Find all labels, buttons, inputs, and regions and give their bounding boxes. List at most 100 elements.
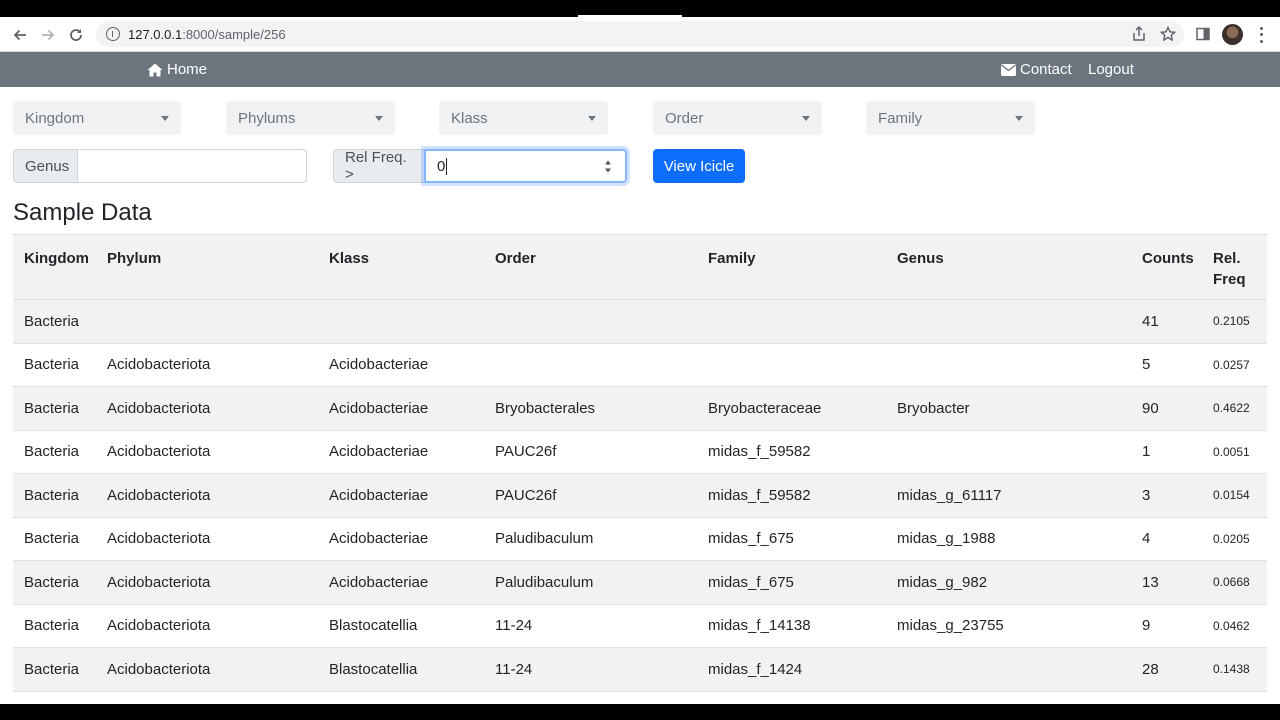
table-row: Bacteria Acidobacteriota Blastocatellia 11-… <box>13 648 1267 692</box>
cell-counts: 28 <box>1142 660 1159 678</box>
cell-klass: Acidobacteriae <box>329 356 429 374</box>
browser-menu-icon[interactable] <box>1254 25 1268 45</box>
cell-klass: Blastocatellia <box>329 660 418 678</box>
cell-counts: 41 <box>1142 312 1159 330</box>
contact-link[interactable]: Contact <box>1001 61 1072 78</box>
cell-family: midas_f_1424 <box>708 660 803 678</box>
envelope-icon <box>1001 63 1016 76</box>
site-navbar: Home Contact Logout <box>0 52 1280 87</box>
cell-counts: 90 <box>1142 399 1159 417</box>
cell-klass: Acidobacteriae <box>329 399 429 417</box>
table-body: Bacteria 41 0.2105 Bacteria Acidobacteriota A… <box>13 300 1267 692</box>
family-select-value: Family <box>878 109 923 127</box>
header-counts: Counts <box>1142 250 1194 267</box>
browser-toolbar: 127.0.0.1:8000/sample/256 <box>0 17 1280 52</box>
forward-icon[interactable] <box>38 25 58 45</box>
cell-phylum: Acidobacteriota <box>107 486 211 504</box>
cell-genus: midas_g_23755 <box>897 617 1004 635</box>
cell-rel-freq: 0.0257 <box>1213 357 1250 372</box>
cell-family: midas_f_59582 <box>708 486 811 504</box>
cell-rel-freq: 0.0462 <box>1213 618 1250 633</box>
cell-kingdom: Bacteria <box>24 486 80 504</box>
profile-avatar[interactable] <box>1222 24 1243 45</box>
home-label: Home <box>167 61 208 78</box>
cell-kingdom: Bacteria <box>24 312 80 330</box>
site-info-icon[interactable] <box>106 27 120 41</box>
back-icon[interactable] <box>10 25 30 45</box>
cell-phylum: Acidobacteriota <box>107 356 211 374</box>
header-kingdom: Kingdom <box>24 250 89 267</box>
cell-phylum: Acidobacteriota <box>107 617 211 635</box>
header-rel-freq-line2: Freq <box>1213 271 1246 288</box>
header-genus: Genus <box>897 250 944 267</box>
phylums-select-value: Phylums <box>238 109 296 127</box>
cell-kingdom: Bacteria <box>24 356 80 374</box>
cell-rel-freq: 0.4622 <box>1213 401 1250 416</box>
cell-kingdom: Bacteria <box>24 399 80 417</box>
cell-counts: 5 <box>1142 356 1151 374</box>
relfreq-value: 0 <box>437 157 446 175</box>
cell-order: Bryobacterales <box>495 399 596 417</box>
relfreq-input[interactable]: 0 <box>424 149 627 183</box>
text-cursor <box>446 157 448 175</box>
phylums-select[interactable]: Phylums <box>226 101 395 135</box>
klass-select-value: Klass <box>451 109 488 127</box>
header-phylum: Phylum <box>107 250 162 267</box>
cell-order: Paludibaculum <box>495 573 594 591</box>
address-bar[interactable]: 127.0.0.1:8000/sample/256 <box>96 21 1184 47</box>
cell-order: 11-24 <box>495 617 533 635</box>
cell-counts: 3 <box>1142 486 1151 504</box>
relfreq-label: Rel Freq. > <box>333 149 425 183</box>
cell-family: Bryobacteraceae <box>708 399 822 417</box>
header-order: Order <box>495 250 536 267</box>
number-spinner-icon[interactable] <box>603 159 613 174</box>
view-icicle-button[interactable]: View Icicle <box>653 149 745 183</box>
home-icon <box>147 63 163 77</box>
cell-counts: 1 <box>1142 443 1151 461</box>
cell-phylum: Acidobacteriota <box>107 399 211 417</box>
cell-klass: Acidobacteriae <box>329 573 429 591</box>
chevron-down-icon <box>802 116 810 121</box>
chevron-down-icon <box>375 116 383 121</box>
cell-kingdom: Bacteria <box>24 443 80 461</box>
table-header: Kingdom Phylum Klass Order Family Genus … <box>13 234 1267 300</box>
header-klass: Klass <box>329 250 370 267</box>
family-select[interactable]: Family <box>866 101 1035 135</box>
reload-icon[interactable] <box>66 25 86 45</box>
bookmark-star-icon[interactable] <box>1159 25 1177 43</box>
cell-klass: Acidobacteriae <box>329 530 429 548</box>
cell-counts: 4 <box>1142 530 1151 548</box>
cell-genus: midas_g_1988 <box>897 530 996 548</box>
home-link[interactable]: Home <box>147 61 207 78</box>
header-family: Family <box>708 250 756 267</box>
klass-select[interactable]: Klass <box>439 101 608 135</box>
kingdom-select[interactable]: Kingdom <box>13 101 181 135</box>
cell-genus: midas_g_982 <box>897 573 988 591</box>
table-row: Bacteria 41 0.2105 <box>13 300 1267 344</box>
cell-kingdom: Bacteria <box>24 530 80 548</box>
window-top-edge <box>0 0 1280 17</box>
logout-link[interactable]: Logout <box>1088 61 1134 78</box>
side-panel-icon[interactable] <box>1194 25 1212 43</box>
cell-kingdom: Bacteria <box>24 617 80 635</box>
cell-genus: Bryobacter <box>897 399 970 417</box>
table-row: Bacteria Acidobacteriota Acidobacteriae Pal… <box>13 517 1267 561</box>
cell-order: Paludibaculum <box>495 530 594 548</box>
table-row: Bacteria Acidobacteriota Acidobacteriae Pal… <box>13 561 1267 605</box>
cell-family: midas_f_59582 <box>708 443 811 461</box>
table-row: Bacteria Acidobacteriota Acidobacteriae 5 0.… <box>13 343 1267 387</box>
table-row: Bacteria Acidobacteriota Acidobacteriae PAU… <box>13 474 1267 518</box>
cell-rel-freq: 0.2105 <box>1213 314 1250 329</box>
cell-counts: 9 <box>1142 617 1151 635</box>
genus-input[interactable] <box>77 149 307 183</box>
header-rel-freq: Rel. Freq <box>1213 235 1246 299</box>
cell-phylum: Acidobacteriota <box>107 660 211 678</box>
chevron-down-icon <box>161 116 169 121</box>
share-icon[interactable] <box>1130 25 1148 43</box>
page-viewport: Home Contact Logout Kingdom Phylums Klas… <box>0 52 1280 704</box>
order-select[interactable]: Order <box>653 101 822 135</box>
cell-kingdom: Bacteria <box>24 660 80 678</box>
url-path: :8000/sample/256 <box>182 26 286 42</box>
cell-rel-freq: 0.0154 <box>1213 488 1250 503</box>
window-bottom-edge <box>0 704 1280 720</box>
